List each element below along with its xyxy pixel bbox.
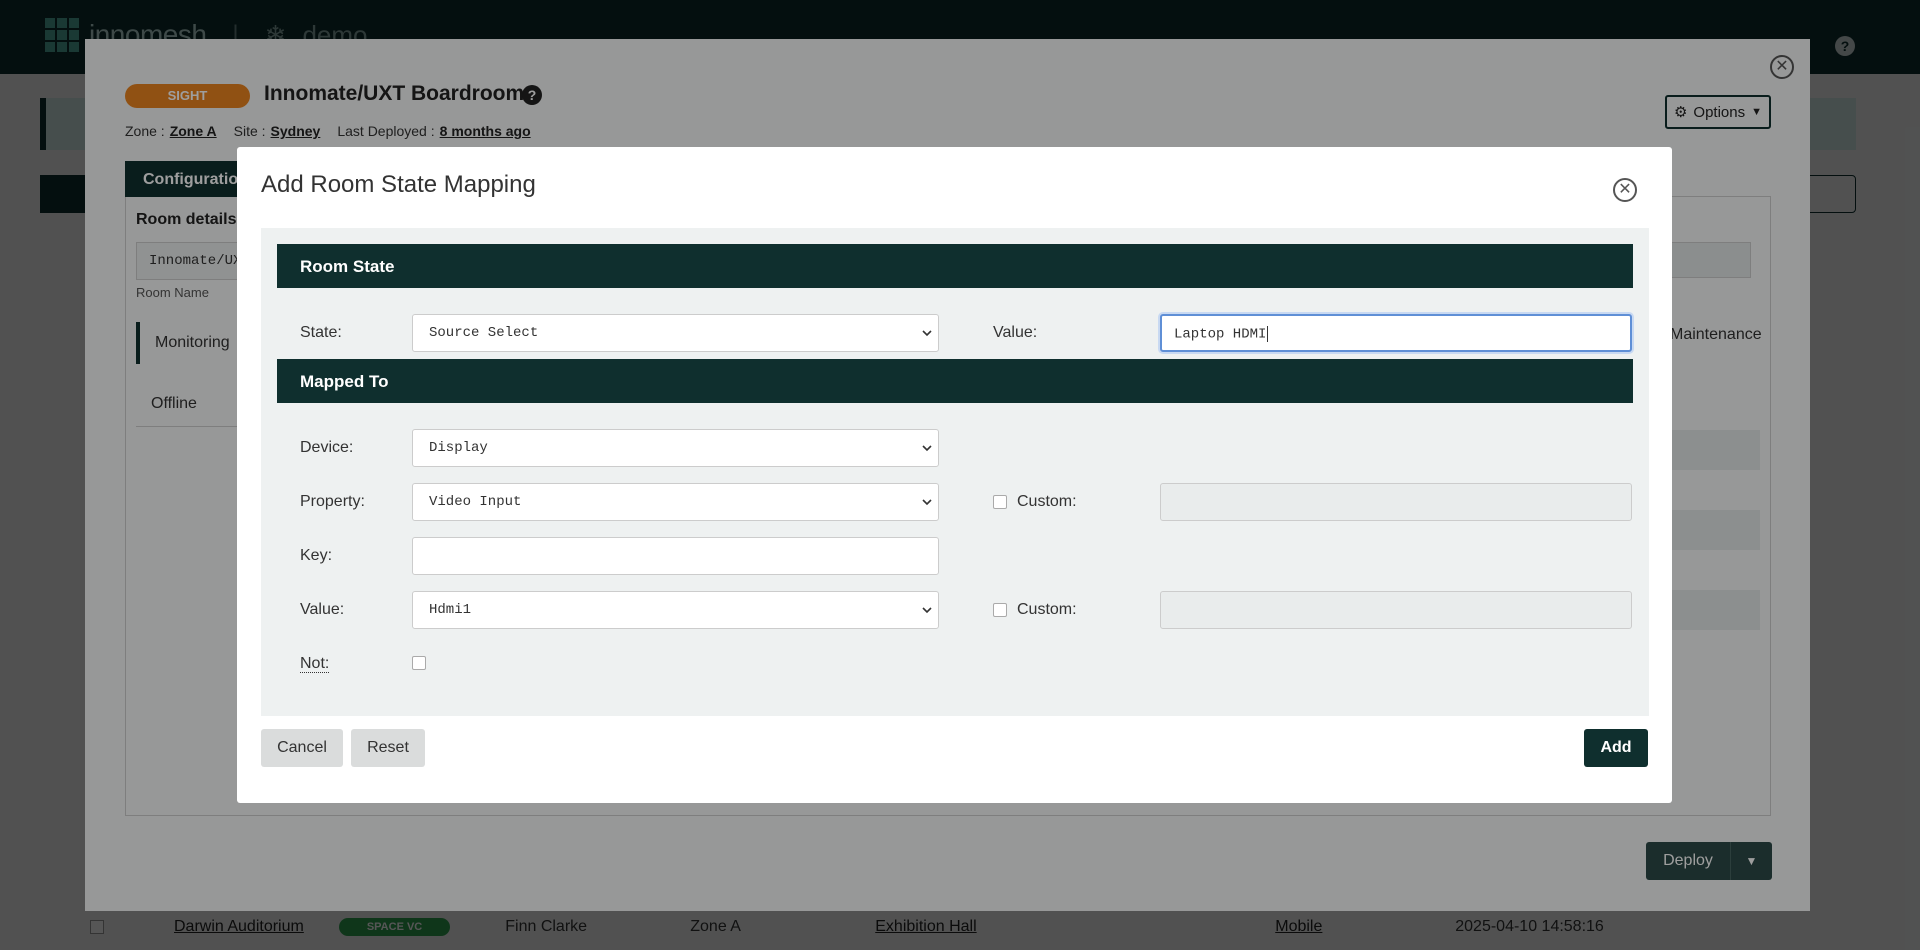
value-label: Value: <box>993 324 1038 341</box>
state-select[interactable]: Source Select <box>412 314 939 352</box>
chevron-down-icon <box>922 607 932 614</box>
chevron-down-icon <box>922 499 932 506</box>
state-label: State: <box>300 324 342 341</box>
cancel-button[interactable]: Cancel <box>261 729 343 767</box>
value-custom-input <box>1160 591 1632 629</box>
mapped-value-select-value: Hdmi1 <box>429 602 472 618</box>
value-custom-label: Custom: <box>1017 601 1077 618</box>
property-custom-checkbox[interactable] <box>993 495 1007 509</box>
key-label: Key: <box>300 547 333 564</box>
dialog-title: Add Room State Mapping <box>261 171 536 198</box>
device-select-value: Display <box>429 440 488 456</box>
dialog-body: Room State State: Source Select Value: L… <box>261 228 1649 716</box>
mapped-to-header: Mapped To <box>277 359 1633 403</box>
property-select-value: Video Input <box>429 494 522 510</box>
property-custom-label: Custom: <box>1017 493 1077 510</box>
device-label: Device: <box>300 439 354 456</box>
device-select[interactable]: Display <box>412 429 939 467</box>
key-input[interactable] <box>412 537 939 575</box>
add-button[interactable]: Add <box>1584 729 1648 767</box>
value-input-text: Laptop HDMI <box>1174 326 1267 343</box>
value-custom-checkbox[interactable] <box>993 603 1007 617</box>
property-custom-input <box>1160 483 1632 521</box>
add-mapping-dialog: Add Room State Mapping ✕ Room State Stat… <box>237 147 1672 803</box>
property-select[interactable]: Video Input <box>412 483 939 521</box>
room-state-header: Room State <box>277 244 1633 288</box>
mapped-value-select[interactable]: Hdmi1 <box>412 591 939 629</box>
property-label: Property: <box>300 493 365 510</box>
chevron-down-icon <box>922 445 932 452</box>
not-checkbox[interactable] <box>412 656 426 670</box>
close-icon[interactable]: ✕ <box>1613 178 1637 202</box>
not-label: Not: <box>300 655 330 673</box>
reset-button[interactable]: Reset <box>351 729 425 767</box>
chevron-down-icon <box>922 330 932 337</box>
value-input[interactable]: Laptop HDMI <box>1160 314 1632 352</box>
text-cursor <box>1267 326 1269 342</box>
not-label-text: Not: <box>300 655 330 673</box>
state-select-value: Source Select <box>429 325 539 341</box>
mapped-value-label: Value: <box>300 601 345 618</box>
